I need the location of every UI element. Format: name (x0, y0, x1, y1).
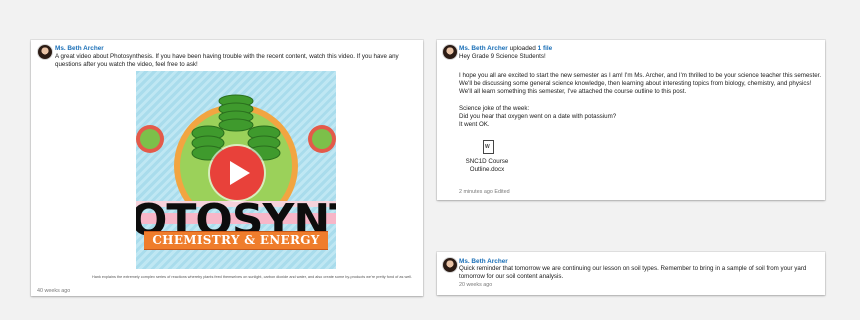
word-document-icon[interactable] (483, 140, 494, 154)
attachment-file-name-line: Outline.docx (469, 165, 505, 173)
post-body-line: questions after you watch the video, fee… (55, 61, 198, 68)
post-timestamp: 20 weeks ago (459, 282, 493, 288)
author-avatar[interactable] (442, 44, 458, 60)
play-icon[interactable] (210, 146, 264, 200)
video-caption: Hank explains the extremely complex seri… (92, 275, 413, 279)
post-body-line: We'll be discussing some general science… (459, 80, 812, 87)
post-body-line: Quick reminder that tomorrow we are cont… (459, 265, 807, 272)
author-avatar[interactable] (442, 257, 458, 273)
author-avatar[interactable] (37, 44, 53, 60)
post-body-line: A great video about Photosynthesis. If y… (55, 53, 399, 60)
post-header: Ms. Beth Archer uploaded 1 file (459, 45, 552, 52)
thumbnail-ribbon: CHEMISTRY & ENERGY (144, 231, 328, 250)
post-time: 2 minutes ago (459, 189, 493, 195)
attachment-file-name[interactable]: SNC1D Course Outline.docx (452, 158, 522, 173)
attachment-count-link[interactable]: 1 file (538, 45, 553, 52)
post-body-line: Science joke of the week: (459, 105, 530, 112)
post-body-line: tomorrow for our soil content analysis. (459, 273, 564, 280)
post-action-text: uploaded (509, 45, 536, 52)
post-timestamp: 40 weeks ago (37, 288, 71, 294)
post-body-line: We'll all learn something this semester,… (459, 88, 687, 95)
post-body-line: It went OK. (459, 121, 490, 128)
post-body-line: Did you hear that oxygen went on a date … (459, 113, 617, 120)
post-body-line: I hope you all are excited to start the … (459, 72, 822, 79)
post-edited-label: Edited (494, 189, 510, 195)
post-author-link[interactable]: Ms. Beth Archer (55, 45, 104, 52)
post-author-link[interactable]: Ms. Beth Archer (459, 258, 508, 265)
post-body-line: Hey Grade 9 Science Students! (459, 53, 546, 60)
attachment-file-name-line: SNC1D Course (465, 158, 509, 165)
thumbnail-ribbon-text: CHEMISTRY & ENERGY (152, 233, 320, 247)
video-thumbnail[interactable]: OTOSYNTHE CHEMISTRY & ENERGY (136, 71, 336, 269)
post-author-link[interactable]: Ms. Beth Archer (459, 45, 508, 52)
post-timestamp: 2 minutes ago Edited (459, 189, 510, 195)
